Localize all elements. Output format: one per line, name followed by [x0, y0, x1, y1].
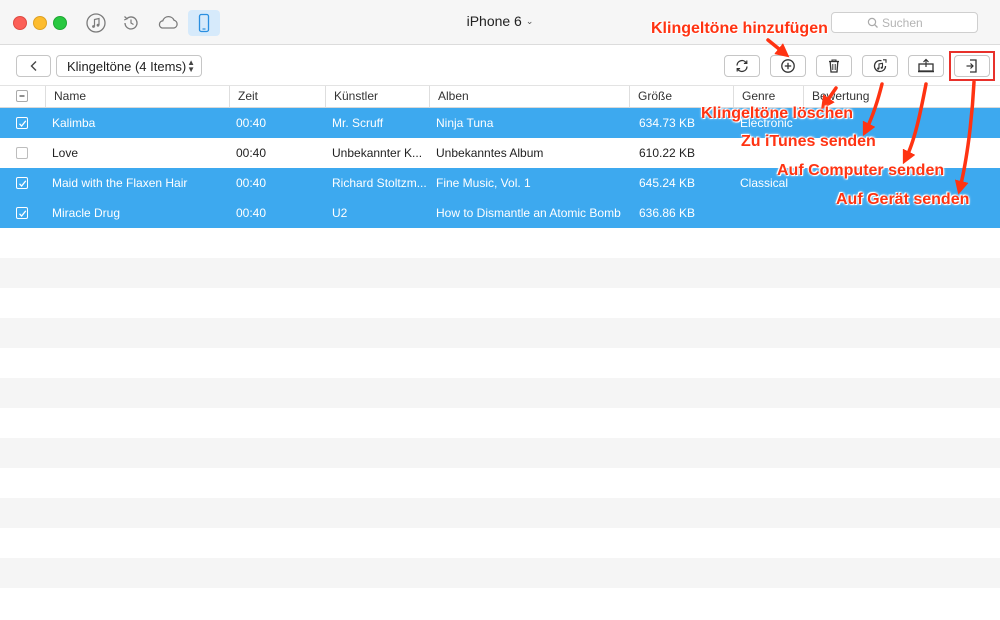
minimize-window-button[interactable] [33, 16, 47, 30]
cell-name: Maid with the Flaxen Hair [52, 176, 188, 190]
cell-time: 00:40 [236, 116, 267, 130]
empty-row [0, 318, 1000, 348]
highlight-box [949, 51, 995, 81]
to-itunes-icon [873, 59, 887, 73]
row-checkbox[interactable] [16, 177, 28, 189]
empty-row [0, 258, 1000, 288]
delete-ringtone-button[interactable] [816, 55, 852, 77]
empty-row [0, 588, 1000, 618]
annotation-computer: Auf Computer senden [777, 162, 945, 179]
empty-row [0, 408, 1000, 438]
chevron-left-icon [30, 61, 36, 71]
restore-icon[interactable] [118, 10, 144, 36]
cell-album: Unbekanntes Album [436, 146, 544, 160]
trash-icon [829, 59, 839, 73]
column-header-album[interactable]: Alben [429, 86, 629, 107]
empty-row [0, 558, 1000, 588]
send-to-computer-button[interactable] [908, 55, 944, 77]
add-ringtone-button[interactable] [770, 55, 806, 77]
cell-time: 00:40 [236, 146, 267, 160]
annotation-add: Klingeltöne hinzufügen [651, 20, 828, 37]
chevron-down-icon: ⌄ [525, 16, 534, 26]
cell-album: Ninja Tuna [436, 116, 494, 130]
column-header-genre[interactable]: Genre [733, 86, 803, 107]
checkmark-icon [18, 119, 26, 127]
toolbar: Klingeltöne (4 Items) ▲ ▼ [0, 45, 1000, 86]
cell-name: Kalimba [52, 116, 96, 130]
empty-row [0, 498, 1000, 528]
select-all-header [0, 86, 45, 107]
empty-row [0, 348, 1000, 378]
minus-icon [19, 95, 25, 97]
column-header-rating[interactable]: Bewertung [803, 86, 1000, 107]
empty-row [0, 528, 1000, 558]
annotation-delete: Klingeltöne löschen [701, 105, 854, 122]
row-checkbox[interactable] [16, 207, 28, 219]
title-bar: iPhone 6 ⌄ [0, 0, 1000, 45]
row-checkbox[interactable] [16, 117, 28, 129]
add-icon [781, 59, 795, 73]
empty-row [0, 468, 1000, 498]
cell-artist: Mr. Scruff [332, 116, 384, 130]
cell-artist: Unbekannter K... [332, 146, 423, 160]
refresh-button[interactable] [724, 55, 760, 77]
checkmark-icon [18, 209, 26, 217]
send-to-itunes-button[interactable] [862, 55, 898, 77]
phone-icon[interactable] [188, 10, 220, 36]
column-header-artist[interactable]: Künstler [325, 86, 429, 107]
device-selector[interactable]: iPhone 6 ⌄ [440, 13, 560, 29]
music-icon[interactable] [83, 10, 109, 36]
column-header-size[interactable]: Größe [629, 86, 733, 107]
cell-artist: Richard Stoltzm... [332, 176, 427, 190]
category-select[interactable]: Klingeltöne (4 Items) ▲ ▼ [56, 55, 202, 77]
checkmark-icon [18, 179, 26, 187]
annotation-device: Auf Gerät senden [836, 191, 970, 208]
cell-name: Miracle Drug [52, 206, 121, 220]
cell-time: 00:40 [236, 206, 267, 220]
column-header-name[interactable]: Name [45, 86, 229, 107]
row-checkbox[interactable] [16, 147, 28, 159]
cell-size: 645.24 KB [639, 176, 696, 190]
search-input[interactable] [831, 12, 978, 33]
search-icon [867, 17, 878, 28]
column-header-time[interactable]: Zeit [229, 86, 325, 107]
back-button[interactable] [16, 55, 51, 77]
annotation-itunes: Zu iTunes senden [741, 133, 876, 150]
cell-album: How to Dismantle an Atomic Bomb [436, 206, 621, 220]
close-window-button[interactable] [13, 16, 27, 30]
cloud-icon[interactable] [154, 10, 182, 36]
category-label: Klingeltöne (4 Items) [67, 58, 187, 74]
empty-row [0, 228, 1000, 258]
cell-time: 00:40 [236, 176, 267, 190]
updown-chevron-icon: ▲ ▼ [187, 58, 195, 74]
maximize-window-button[interactable] [53, 16, 67, 30]
cell-artist: U2 [332, 206, 348, 220]
cell-name: Love [52, 146, 79, 160]
empty-row [0, 288, 1000, 318]
cell-album: Fine Music, Vol. 1 [436, 176, 531, 190]
empty-row [0, 378, 1000, 408]
refresh-icon [736, 59, 748, 73]
empty-row [0, 438, 1000, 468]
to-computer-icon [918, 58, 934, 73]
cell-size: 610.22 KB [639, 146, 696, 160]
cell-size: 636.86 KB [639, 206, 696, 220]
device-title: iPhone 6 [466, 13, 522, 29]
select-all-checkbox[interactable] [16, 90, 28, 102]
